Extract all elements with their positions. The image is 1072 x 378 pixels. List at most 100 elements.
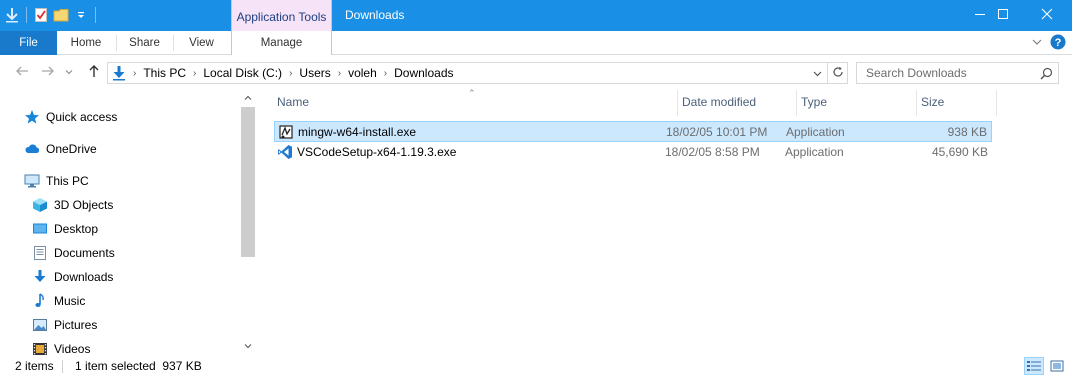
new-folder-button[interactable]	[53, 7, 69, 23]
navigation-pane: Quick access OneDrive This PC 3D Objects…	[0, 90, 256, 356]
music-note-icon	[32, 293, 48, 309]
search-icon[interactable]	[1038, 65, 1054, 81]
file-type: Application	[786, 125, 845, 139]
file-list: ⌃ Name Date modified Type Size mingw-w64…	[257, 88, 1072, 356]
breadcrumb-chevron[interactable]: ›	[284, 68, 297, 79]
search-input[interactable]	[857, 63, 1027, 83]
nav-item-this-pc[interactable]: This PC	[24, 170, 89, 192]
column-header-name[interactable]: Name	[272, 90, 677, 115]
close-button[interactable]	[1024, 0, 1070, 31]
expand-ribbon-button[interactable]	[1029, 35, 1045, 51]
nav-item-label: OneDrive	[46, 142, 97, 156]
breadcrumb-chevron[interactable]: ›	[128, 68, 141, 79]
download-arrow-icon	[4, 7, 20, 23]
file-row[interactable]: mingw-w64-install.exe 18/02/05 10:01 PM …	[274, 121, 992, 142]
vscode-icon	[277, 144, 293, 160]
scroll-up-button[interactable]	[240, 90, 256, 106]
column-header-size[interactable]: Size	[916, 90, 996, 115]
customize-qat-dropdown[interactable]	[73, 7, 89, 23]
file-type: Application	[785, 145, 844, 159]
desktop-icon	[32, 221, 48, 237]
file-size: 938 KB	[947, 125, 987, 139]
nav-item-quick-access[interactable]: Quick access	[24, 106, 117, 128]
breadcrumb-voleh[interactable]: voleh	[346, 66, 379, 80]
tab-manage[interactable]: Manage	[231, 31, 332, 55]
chevron-down-icon	[244, 344, 252, 349]
nav-item-desktop[interactable]: Desktop	[32, 218, 98, 240]
nav-pane-scrollbar[interactable]	[240, 90, 256, 356]
tab-file[interactable]: File	[0, 31, 57, 55]
breadcrumb-users[interactable]: Users	[297, 66, 332, 80]
file-size: 45,690 KB	[931, 145, 988, 159]
title-bar: Application Tools Downloads	[0, 0, 1072, 31]
maximize-button[interactable]	[980, 0, 1026, 31]
picture-icon	[32, 317, 48, 333]
cube-icon	[32, 197, 48, 213]
context-tab-group-label: Application Tools	[231, 0, 332, 31]
nav-item-label: Desktop	[54, 222, 99, 236]
column-header-type[interactable]: Type	[796, 90, 916, 115]
recent-locations-dropdown[interactable]	[62, 63, 76, 81]
breadcrumb-chevron[interactable]: ›	[333, 68, 346, 79]
installer-icon	[278, 124, 294, 140]
status-bar: 2 items 1 item selected 937 KB	[0, 356, 1072, 378]
navigation-bar: › This PC › Local Disk (C:) › Users › vo…	[0, 56, 1072, 89]
refresh-button[interactable]	[828, 62, 848, 84]
nav-item-label: Pictures	[54, 318, 98, 332]
scroll-thumb[interactable]	[241, 107, 255, 257]
tab-view[interactable]: View	[173, 31, 230, 55]
nav-item-label: Downloads	[54, 270, 114, 284]
file-date-modified: 18/02/05 10:01 PM	[666, 125, 768, 139]
file-name-cell: VSCodeSetup-x64-1.19.3.exe	[277, 142, 456, 162]
details-view-button[interactable]	[1024, 357, 1044, 375]
window-title: Downloads	[345, 8, 405, 22]
tab-home[interactable]: Home	[57, 31, 115, 55]
back-button[interactable]	[13, 63, 31, 81]
up-arrow-icon	[87, 64, 101, 81]
forward-button[interactable]	[39, 63, 57, 81]
refresh-icon	[832, 66, 844, 81]
maximize-icon	[997, 8, 1009, 23]
file-name-cell: mingw-w64-install.exe	[278, 122, 416, 142]
nav-item-3d-objects[interactable]: 3D Objects	[32, 194, 113, 216]
close-icon	[1041, 8, 1053, 23]
tab-share[interactable]: Share	[116, 31, 173, 55]
column-header-date-modified[interactable]: Date modified	[677, 90, 796, 115]
address-history-dropdown[interactable]	[807, 63, 827, 83]
help-button[interactable]: ?	[1050, 34, 1066, 51]
nav-item-label: Music	[54, 294, 86, 308]
nav-item-pictures[interactable]: Pictures	[32, 314, 97, 336]
file-name: VSCodeSetup-x64-1.19.3.exe	[297, 145, 457, 159]
large-icons-view-icon	[1050, 360, 1064, 372]
scroll-down-button[interactable]	[240, 338, 256, 354]
nav-item-documents[interactable]: Documents	[32, 242, 115, 264]
breadcrumb-chevron[interactable]: ›	[379, 68, 392, 79]
address-bar[interactable]: › This PC › Local Disk (C:) › Users › vo…	[107, 62, 828, 84]
large-icons-view-button[interactable]	[1047, 357, 1067, 375]
file-row[interactable]: VSCodeSetup-x64-1.19.3.exe 18/02/05 8:58…	[274, 142, 992, 163]
star-icon	[24, 109, 40, 125]
breadcrumb-local-disk[interactable]: Local Disk (C:)	[201, 66, 284, 80]
cloud-icon	[24, 141, 40, 157]
quick-access-toolbar	[4, 5, 98, 25]
nav-item-music[interactable]: Music	[32, 290, 85, 312]
chevron-up-icon	[244, 95, 252, 100]
chevron-down-icon	[65, 65, 73, 79]
item-count: 2 items	[15, 359, 54, 373]
chevron-down-icon	[1032, 36, 1042, 50]
breadcrumb-downloads[interactable]: Downloads	[392, 66, 455, 80]
chevron-down-icon	[813, 71, 821, 76]
column-divider[interactable]	[996, 90, 997, 116]
breadcrumb-this-pc[interactable]: This PC	[141, 66, 188, 80]
nav-item-label: Documents	[54, 246, 115, 260]
search-box[interactable]	[856, 62, 1059, 84]
breadcrumb-chevron[interactable]: ›	[188, 68, 201, 79]
back-arrow-icon	[15, 64, 29, 81]
status-separator	[62, 360, 63, 373]
download-arrow-icon	[110, 64, 128, 82]
nav-item-downloads[interactable]: Downloads	[32, 266, 113, 288]
up-button[interactable]	[85, 63, 103, 81]
nav-item-label: This PC	[46, 174, 89, 188]
properties-button[interactable]	[33, 7, 49, 23]
nav-item-onedrive[interactable]: OneDrive	[24, 138, 97, 160]
